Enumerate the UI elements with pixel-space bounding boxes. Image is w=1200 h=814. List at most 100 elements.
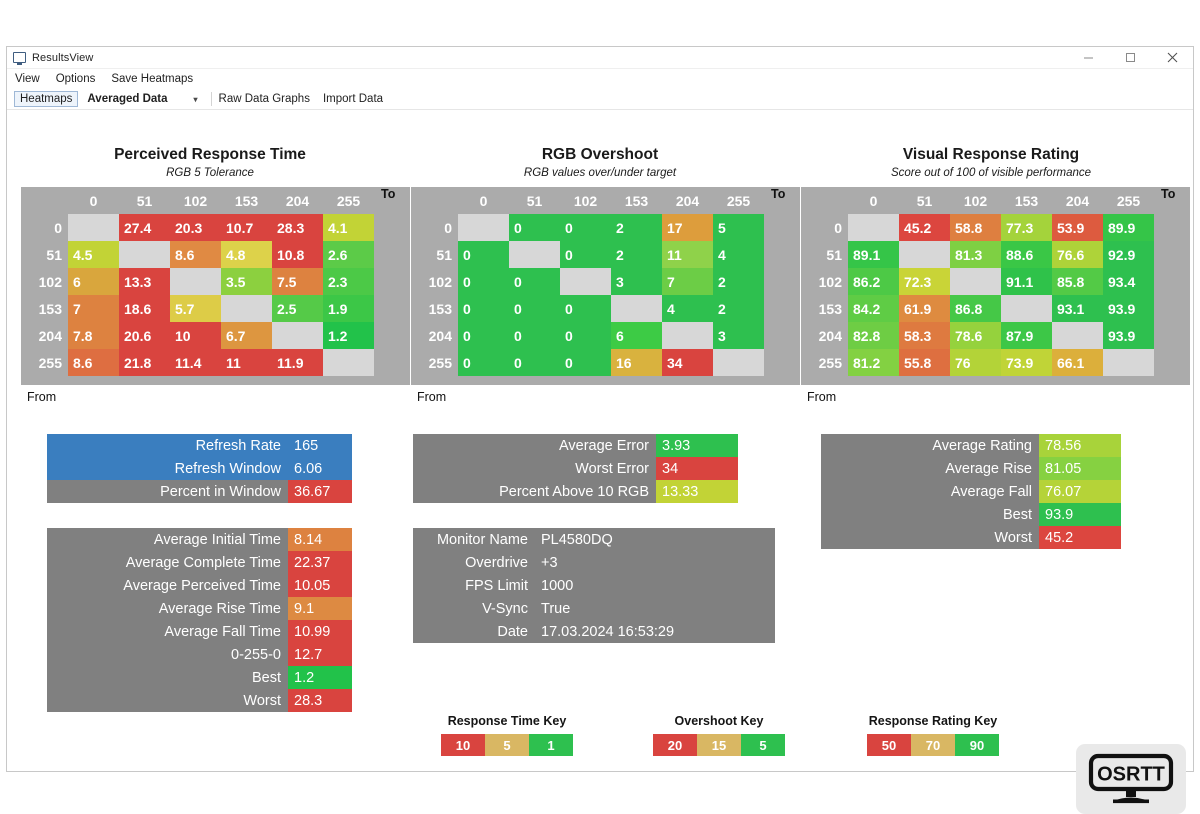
tab-raw-data-graphs[interactable]: Raw Data Graphs <box>219 93 310 105</box>
stat-row: Average Fall Time 10.99 <box>47 620 352 643</box>
heatmap-cell: 8.6 <box>68 349 119 376</box>
heatmap-cell: 93.9 <box>1103 295 1154 322</box>
stat-value: 1000 <box>535 574 775 597</box>
heatmap-cell: 58.8 <box>950 214 1001 241</box>
menu-bar: View Options Save Heatmaps <box>7 69 1193 89</box>
maximize-icon[interactable] <box>1109 47 1151 68</box>
heatmap-cell: 3 <box>611 268 662 295</box>
stat-row: Average Initial Time 8.14 <box>47 528 352 551</box>
heatmap-cell: 3.5 <box>221 268 272 295</box>
heatmap-row: 204 0 0 0 6 3 <box>411 322 800 349</box>
heatmap-row-header: 255 <box>21 349 68 376</box>
stat-value: 1.2 <box>288 666 352 689</box>
stat-row: Percent Above 10 RGB 13.33 <box>413 480 738 503</box>
heatmap-cell: 2 <box>713 295 764 322</box>
tab-import-data[interactable]: Import Data <box>323 93 383 105</box>
heatmap-row: 102 6 13.3 3.5 7.5 2.3 <box>21 268 410 295</box>
heatmap-col-header: 255 <box>1103 187 1154 214</box>
tab-heatmaps[interactable]: Heatmaps <box>14 91 79 107</box>
heatmap-cell: 11 <box>662 241 713 268</box>
heatmap-wrapper-2: 0 51 102 153 204 255 To 0 0 0 2 17 5 51 0 0 2 11 4 102 0 0 3 7 2… <box>405 187 800 404</box>
minimize-icon[interactable] <box>1067 47 1109 68</box>
toolbar-divider <box>210 92 212 106</box>
heatmap-cell: 7 <box>662 268 713 295</box>
menu-item-options[interactable]: Options <box>56 73 96 85</box>
heatmap-pad-cell <box>611 376 662 385</box>
heatmap-cell: 0 <box>560 214 611 241</box>
heatmap-pad <box>1154 322 1190 349</box>
heatmap-row: 153 0 0 0 4 2 <box>411 295 800 322</box>
key-bar-response-time: 10 5 1 <box>441 734 573 756</box>
heatmap-pad-cell <box>662 376 713 385</box>
stat-row: Average Perceived Time 10.05 <box>47 574 352 597</box>
heatmap-cell: 76 <box>950 349 1001 376</box>
heatmap-pad <box>1154 349 1190 376</box>
heatmap-cell: 2.5 <box>272 295 323 322</box>
stat-label: Refresh Rate <box>47 434 288 457</box>
key-bar-overshoot: 20 15 5 <box>653 734 785 756</box>
heatmap-cell: 61.9 <box>899 295 950 322</box>
heatmap-cell: 16 <box>611 349 662 376</box>
stat-label: FPS Limit <box>413 574 535 597</box>
heatmap-cell: 3 <box>713 322 764 349</box>
heatmap-cell: 20.3 <box>170 214 221 241</box>
monitor-icon <box>13 52 26 65</box>
close-icon[interactable] <box>1151 47 1193 68</box>
heatmap-corner <box>21 187 68 214</box>
heatmap-cell: 87.9 <box>1001 322 1052 349</box>
heatmap-col-header: 204 <box>272 187 323 214</box>
heatmap-cell: 0 <box>560 241 611 268</box>
heatmap-col-header: 51 <box>509 187 560 214</box>
heatmap-cell-empty <box>458 214 509 241</box>
heatmap-cell: 73.9 <box>1001 349 1052 376</box>
stat-row: Percent in Window 36.67 <box>47 480 352 503</box>
heatmap-col-header: 102 <box>170 187 221 214</box>
key-cell: 5 <box>741 734 785 756</box>
stat-row: Worst 45.2 <box>821 526 1121 549</box>
heatmap-pad <box>1154 241 1190 268</box>
heatmap-row: 102 0 0 3 7 2 <box>411 268 800 295</box>
heatmap-cell: 5.7 <box>170 295 221 322</box>
heatmap-header-row: 0 51 102 153 204 255 To <box>21 187 410 214</box>
heatmap-title-1: Perceived Response Time <box>114 146 306 163</box>
heatmap-col-header: 102 <box>560 187 611 214</box>
osrtt-logo: OSRTT <box>1076 744 1186 814</box>
key-title-response-time: Response Time Key <box>447 714 567 728</box>
dataset-select[interactable]: Averaged Data ▾ <box>85 93 203 105</box>
stat-row: Refresh Rate 165 <box>47 434 352 457</box>
heatmap-cell: 7.5 <box>272 268 323 295</box>
heatmap-cell: 86.8 <box>950 295 1001 322</box>
stat-value: True <box>535 597 775 620</box>
heatmap-wrapper-3: 0 51 102 153 204 255 To 0 45.2 58.8 77.3 53.9 89.9 51… <box>795 187 1190 404</box>
heatmap-pad <box>1154 376 1190 385</box>
heatmap-cell-empty <box>221 295 272 322</box>
stat-row: Monitor Name PL4580DQ <box>413 528 775 551</box>
heatmap-cell: 8.6 <box>170 241 221 268</box>
heatmap-cell: 92.9 <box>1103 241 1154 268</box>
heatmap-col-header: 51 <box>899 187 950 214</box>
stat-value: 22.37 <box>288 551 352 574</box>
heatmap-cell: 11.9 <box>272 349 323 376</box>
heatmap-cell: 88.6 <box>1001 241 1052 268</box>
heatmap-row-header: 102 <box>801 268 848 295</box>
heatmap-row: 0 0 0 2 17 5 <box>411 214 800 241</box>
heatmap-cell: 81.2 <box>848 349 899 376</box>
heatmap-pad-cell <box>899 376 950 385</box>
key-cell: 10 <box>441 734 485 756</box>
heatmap-pad-cell <box>1001 376 1052 385</box>
stat-value: +3 <box>535 551 775 574</box>
heatmap-cell: 78.6 <box>950 322 1001 349</box>
heatmap-row: 204 82.8 58.3 78.6 87.9 93.9 <box>801 322 1190 349</box>
menu-item-save-heatmaps[interactable]: Save Heatmaps <box>111 73 193 85</box>
from-label-1: From <box>27 390 57 404</box>
menu-item-view[interactable]: View <box>15 73 40 85</box>
stat-row: Average Rating 78.56 <box>821 434 1121 457</box>
heatmap-cell: 10.7 <box>221 214 272 241</box>
stat-row: Average Complete Time 22.37 <box>47 551 352 574</box>
stat-value: 165 <box>288 434 352 457</box>
heatmap-subtitle-3: Score out of 100 of visible performance <box>890 167 1092 179</box>
heatmap-pad-cell <box>323 376 374 385</box>
heatmap-pad <box>1154 214 1190 241</box>
stat-label: Average Rise Time <box>47 597 288 620</box>
heatmap-grid: 0 51 102 153 204 255 To 0 45.2 58.8 77.3 53.9 89.9 51… <box>801 187 1190 385</box>
